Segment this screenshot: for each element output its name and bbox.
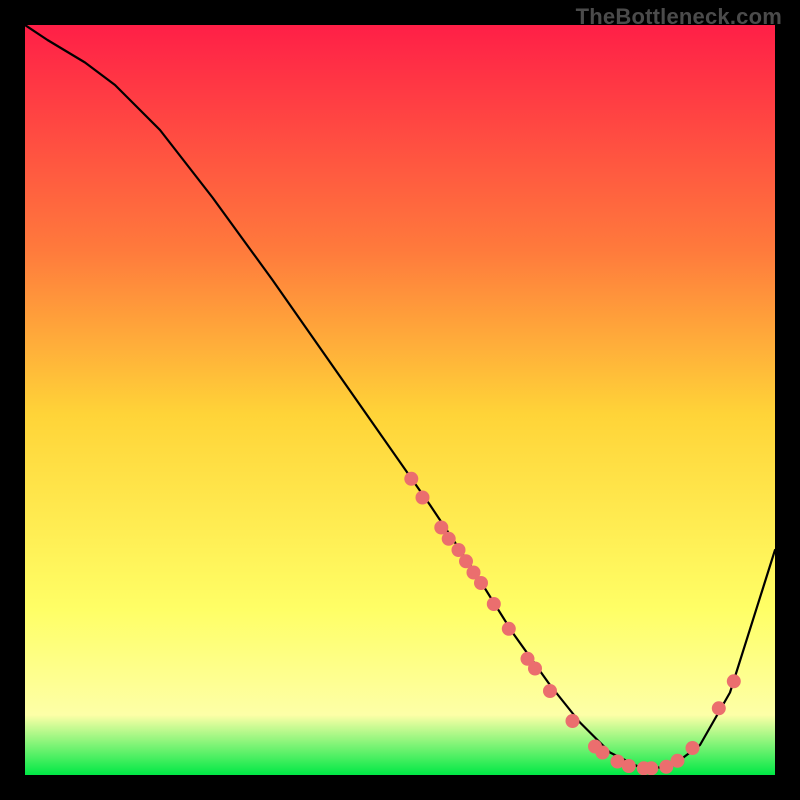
chart-svg bbox=[25, 25, 775, 775]
chart-background bbox=[25, 25, 775, 775]
chart-plot-area bbox=[25, 25, 775, 775]
curve-marker bbox=[502, 622, 516, 636]
curve-marker bbox=[487, 597, 501, 611]
curve-marker bbox=[712, 701, 726, 715]
curve-marker bbox=[442, 532, 456, 546]
curve-marker bbox=[644, 761, 658, 775]
curve-marker bbox=[543, 684, 557, 698]
curve-marker bbox=[404, 472, 418, 486]
curve-marker bbox=[727, 674, 741, 688]
curve-marker bbox=[686, 741, 700, 755]
curve-marker bbox=[671, 754, 685, 768]
curve-marker bbox=[528, 662, 542, 676]
curve-marker bbox=[566, 714, 580, 728]
chart-stage: TheBottleneck.com bbox=[0, 0, 800, 800]
curve-marker bbox=[596, 746, 610, 760]
curve-marker bbox=[622, 759, 636, 773]
curve-marker bbox=[416, 491, 430, 505]
curve-marker bbox=[474, 576, 488, 590]
